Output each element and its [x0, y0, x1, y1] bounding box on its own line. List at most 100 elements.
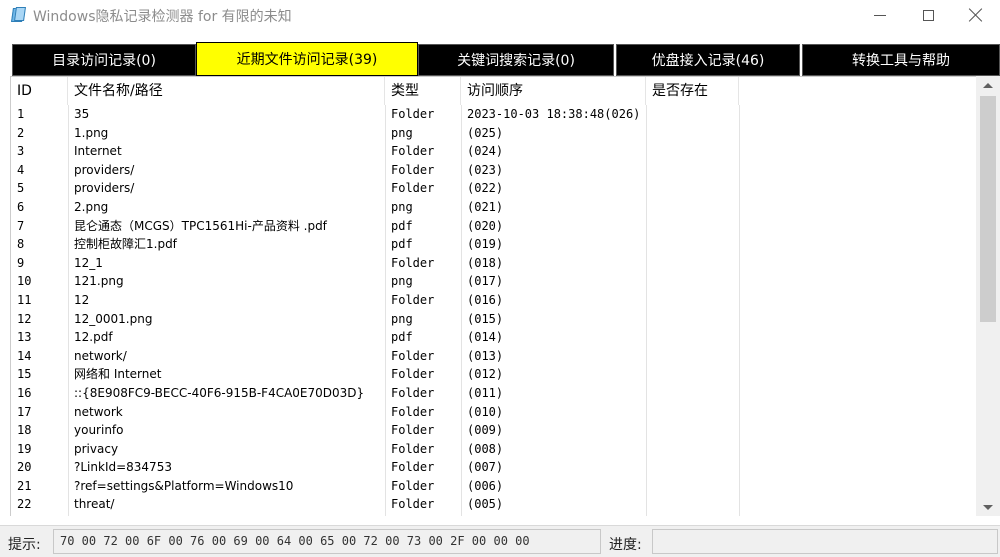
table-row[interactable]: 6 2.png png (021)	[11, 198, 977, 217]
cell-id: 6	[17, 199, 25, 214]
cell-type: pdf	[391, 237, 413, 252]
cell-order: (008)	[467, 441, 504, 456]
table-row[interactable]: 4 providers/Folder (023)	[11, 161, 977, 180]
cell-id: 4	[17, 162, 25, 177]
status-bar: 提示: 70 00 72 00 6F 00 76 00 69 00 64 00 …	[0, 525, 1000, 557]
table-row[interactable]: 13 12.pdf pdf (014)	[11, 328, 977, 347]
table-row[interactable]: 12 12_0001.png png (015)	[11, 310, 977, 329]
table-row[interactable]: 3 Internet Folder (024)	[11, 142, 977, 161]
table-row[interactable]: 10 121.png png (017)	[11, 272, 977, 291]
cell-type: Folder	[391, 497, 435, 512]
vertical-scrollbar[interactable]	[976, 76, 1000, 516]
tab-recent-files[interactable]: 近期文件访问记录(39)	[196, 42, 418, 76]
records-list[interactable]: ID 文件名称/路径 类型 访问顺序 是否存在 1 35 Folder 2023-10…	[10, 76, 1000, 516]
arrow-down-icon	[983, 504, 993, 510]
cell-order: (005)	[467, 497, 504, 512]
cell-id: 16	[17, 385, 32, 400]
maximize-button[interactable]	[905, 0, 951, 30]
cell-id: 10	[17, 274, 32, 289]
maximize-icon	[922, 9, 934, 21]
table-row[interactable]: 8 控制柜故障汇1.pdf pdf (019)	[11, 235, 977, 254]
cell-order: (020)	[467, 218, 504, 233]
table-row[interactable]: 2 1.png png (025)	[11, 124, 977, 143]
cell-order: (007)	[467, 460, 504, 475]
table-row[interactable]: 17 network Folder (010)	[11, 403, 977, 422]
table-row[interactable]: 22 threat/Folder (005)	[11, 495, 977, 514]
cell-order: (019)	[467, 237, 504, 252]
cell-path: 控制柜故障汇1.pdf	[74, 237, 177, 252]
cell-id: 12	[17, 311, 32, 326]
cell-exists	[646, 291, 739, 310]
cell-path: providers/	[74, 162, 135, 177]
cell-type: Folder	[391, 367, 435, 382]
table-row[interactable]: 14 network/Folder (013)	[11, 347, 977, 366]
column-header-type[interactable]: 类型	[385, 77, 461, 105]
table-row[interactable]: 1 35 Folder 2023-10-03 18:38:48(026)	[11, 105, 977, 124]
cell-exists	[646, 235, 739, 254]
cell-id: 14	[17, 348, 32, 363]
hint-value: 70 00 72 00 6F 00 76 00 69 00 64 00 65 0…	[53, 529, 601, 554]
table-row[interactable]: 9 12_1 Folder (018)	[11, 254, 977, 273]
scroll-up-button[interactable]	[976, 76, 1000, 94]
tab-tools-help[interactable]: 转换工具与帮助	[802, 44, 1000, 76]
cell-path: threat/	[74, 497, 115, 512]
cell-exists	[646, 365, 739, 384]
close-button[interactable]	[953, 0, 999, 30]
cell-type: Folder	[391, 348, 435, 363]
hint-label: 提示:	[8, 537, 41, 553]
table-row[interactable]: 20 ?LinkId=834753 Folder (007)	[11, 458, 977, 477]
column-header-id[interactable]: ID	[11, 77, 68, 105]
table-row[interactable]: 21 ?ref=settings&Platform=Windows10 Folder…	[11, 477, 977, 496]
cell-path: yourinfo	[74, 423, 124, 438]
table-row[interactable]: 16::{8E908FC9-BECC-40F6-915B-F4CA0E70D03…	[11, 384, 977, 403]
table-row[interactable]: 7 昆仑通态（MCGS）TPC1561Hi-产品资料 .pdf pdf (020)	[11, 217, 977, 236]
table-row[interactable]: 11 12 Folder (016)	[11, 291, 977, 310]
cell-type: Folder	[391, 107, 435, 121]
cell-path: ?LinkId=834753	[74, 460, 172, 475]
cell-type: Folder	[391, 460, 435, 475]
table-row[interactable]: 5 providers/Folder (022)	[11, 179, 977, 198]
cell-type: Folder	[391, 181, 435, 196]
cell-exists	[646, 142, 739, 161]
cell-path: 12_0001.png	[74, 311, 153, 326]
cell-exists	[646, 217, 739, 236]
tab-directory-records[interactable]: 目录访问记录(0)	[12, 44, 196, 76]
cell-exists	[646, 179, 739, 198]
tab-keyword-search[interactable]: 关键词搜索记录(0)	[418, 44, 614, 76]
cell-order: (016)	[467, 292, 504, 307]
cell-type: Folder	[391, 255, 435, 270]
table-row[interactable]: 19 privacy Folder (008)	[11, 440, 977, 459]
progress-label: 进度:	[609, 537, 642, 553]
cell-type: Folder	[391, 385, 435, 400]
cell-id: 5	[17, 181, 25, 196]
scroll-down-button[interactable]	[976, 498, 1000, 516]
cell-order: (022)	[467, 181, 504, 196]
column-header-path[interactable]: 文件名称/路径	[68, 77, 385, 105]
cell-type: Folder	[391, 162, 435, 177]
tab-usb-records[interactable]: 优盘接入记录(46)	[616, 44, 800, 76]
cell-order: (017)	[467, 274, 504, 289]
cell-path: 2.png	[74, 199, 109, 214]
title-bar: Windows隐私记录检测器 for 有限的未知	[0, 0, 1000, 30]
cell-exists	[646, 440, 739, 459]
cell-path: ?ref=settings&Platform=Windows10	[74, 478, 294, 493]
cell-type: png	[391, 274, 413, 289]
scroll-thumb[interactable]	[980, 96, 996, 322]
progress-value	[652, 529, 998, 554]
table-row[interactable]: 18 yourinfo Folder (009)	[11, 421, 977, 440]
cell-path: network	[74, 404, 123, 419]
cell-order: (024)	[467, 144, 504, 159]
table-row[interactable]: 15 网络和 Internet Folder (012)	[11, 365, 977, 384]
cell-id: 15	[17, 367, 32, 382]
minimize-icon	[874, 14, 886, 16]
table-header: ID 文件名称/路径 类型 访问顺序 是否存在	[11, 77, 977, 105]
cell-id: 3	[17, 144, 25, 159]
minimize-button[interactable]	[857, 0, 903, 30]
cell-exists	[646, 105, 739, 124]
column-header-order[interactable]: 访问顺序	[461, 77, 646, 105]
cell-order: (014)	[467, 330, 504, 345]
cell-exists	[646, 161, 739, 180]
cell-id: 1	[17, 107, 25, 121]
cell-exists	[646, 384, 739, 403]
column-header-exists[interactable]: 是否存在	[646, 77, 739, 105]
